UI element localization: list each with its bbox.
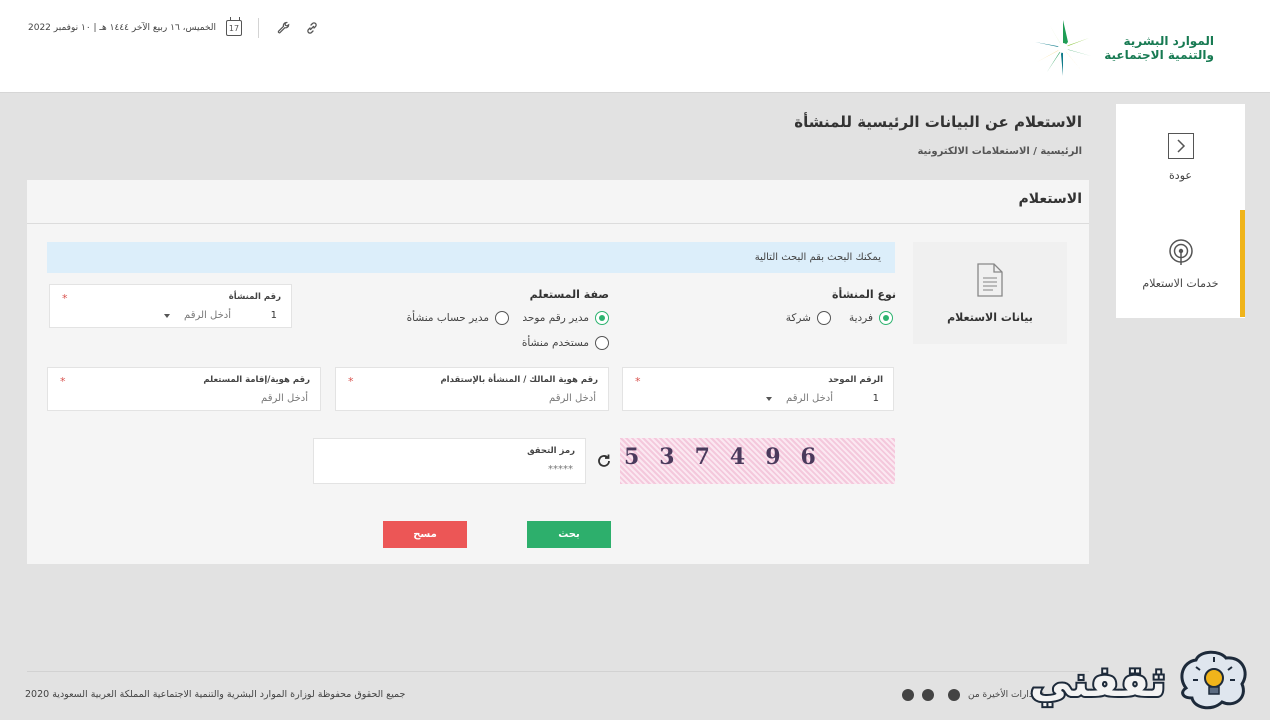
broadcast-icon [1168,239,1193,265]
owner-id-label: رقم هوية المالك / المنشأة بالإستقدام [440,375,598,385]
establishment-type-title: نوع المنشأة [832,288,896,301]
lightbulb-icon [1180,650,1247,710]
inquiry-data-tile[interactable]: بيانات الاستعلام [913,242,1067,344]
inquiry-data-label: بيانات الاستعلام [947,310,1033,324]
inquirer-id-placeholder[interactable]: أدخل الرقم [261,393,308,404]
dropdown-caret-icon[interactable] [164,313,171,318]
unified-office-select[interactable]: 1 [873,393,879,404]
radio-unified-manager-label: مدير رقم موحد [522,312,589,324]
radio-establishment-user-dot[interactable] [595,336,609,350]
required-mark: * [635,375,641,388]
refresh-captcha-icon[interactable] [596,453,612,469]
inquiry-services-label: خدمات الاستعلام [1142,277,1219,290]
inquirer-id-field[interactable]: رقم هوية/إقامة المستعلم * أدخل الرقم [47,367,321,411]
unified-number-label: الرقم الموحد [828,375,883,385]
establishment-number-field[interactable]: رقم المنشأة * 1 أدخل الرقم [49,284,292,328]
establishment-number-placeholder: أدخل الرقم [184,310,231,321]
establishment-office-select[interactable]: 1 [271,310,277,321]
inquirer-role-title: صفة المستعلم [529,288,609,301]
back-button[interactable]: عودة [1116,104,1245,211]
captcha-image: 537496 [620,438,895,484]
watermark-logo: ثقفني [1028,643,1268,719]
establishment-number-label: رقم المنشأة [228,292,281,302]
dropdown-caret-icon[interactable] [766,396,773,401]
owner-id-field[interactable]: رقم هوية المالك / المنشأة بالإستقدام * أ… [335,367,609,411]
top-info-bar: الخميس، ١٦ ربيع الآخر ١٤٤٤ هـ | ١٠ نوفمب… [28,16,321,40]
header-divider [258,18,259,38]
inquiry-services-item[interactable]: خدمات الاستعلام [1116,211,1245,318]
watermark-text: ثقفني [1028,655,1168,708]
copyright-text: جميع الحقوق محفوظة لوزارة الموارد البشري… [25,689,406,700]
card-title: الاستعلام [1018,191,1083,207]
side-menu: عودة خدمات الاستعلام [1116,104,1245,318]
wrench-icon[interactable] [275,19,293,37]
logo-text: الموارد البشرية والتنمية الاجتماعية [1104,34,1214,62]
back-arrow-icon [1167,133,1194,159]
logo-star-icon [1035,20,1092,76]
calendar-icon[interactable]: 17 [226,17,242,36]
radio-individual-dot[interactable] [879,311,893,325]
document-icon [977,262,1003,297]
unified-number-placeholder: أدخل الرقم [786,393,833,404]
active-item-indicator [1240,210,1245,317]
logo-line-1: الموارد البشرية [1123,34,1214,48]
captcha-label: رمز التحقق [527,446,575,456]
top-header: الموارد البشرية والتنمية الاجتماعية الخم… [0,0,1270,93]
unified-number-field[interactable]: الرقم الموحد * 1 أدخل الرقم [622,367,894,411]
required-mark: * [62,292,68,305]
radio-individual-label: فردية [848,312,873,324]
footer-divider [27,671,1089,672]
unified-number-input[interactable]: أدخل الرقم [766,393,833,404]
radio-company[interactable]: شركة [786,311,831,325]
required-mark: * [348,375,354,388]
breadcrumb[interactable]: الرئيسية / الاستعلامات الالكترونية [917,146,1082,157]
owner-id-placeholder[interactable]: أدخل الرقم [549,393,596,404]
supported-browsers: صدارات الأخيرة من: [902,689,1044,701]
radio-individual[interactable]: فردية [849,311,893,325]
chrome-icon[interactable] [948,689,960,701]
info-message: يمكنك البحث بقم البحث التالية [47,242,895,273]
inquirer-id-label: رقم هوية/إقامة المستعلم [203,375,310,385]
radio-account-manager-label: مدير حساب منشأة [406,312,489,324]
radio-company-label: شركة [785,312,811,324]
ministry-logo[interactable]: الموارد البشرية والتنمية الاجتماعية [994,18,1214,78]
logo-line-2: والتنمية الاجتماعية [1104,48,1214,62]
clear-button[interactable]: مسح [383,521,467,548]
search-button[interactable]: بحث [527,521,611,548]
captcha-text: 537496 [624,444,836,470]
radio-unified-manager[interactable]: مدير رقم موحد [522,311,609,325]
edge-icon[interactable] [902,689,914,701]
captcha-input[interactable]: ***** [548,464,573,475]
captcha-field[interactable]: رمز التحقق ***** [313,438,586,484]
back-label: عودة [1169,169,1192,182]
radio-establishment-user-label: مستخدم منشأة [521,337,589,349]
link-icon[interactable] [303,19,321,37]
firefox-icon[interactable] [922,689,934,701]
radio-unified-manager-dot[interactable] [595,311,609,325]
page-title: الاستعلام عن البيانات الرئيسية للمنشأة [794,113,1082,131]
radio-establishment-user[interactable]: مستخدم منشأة [522,336,609,350]
inquiry-card: الاستعلام بيانات الاستعلام يمكنك البحث ب… [27,180,1089,564]
card-header: الاستعلام [27,180,1089,224]
establishment-number-input[interactable]: أدخل الرقم [164,310,231,321]
current-date: الخميس، ١٦ ربيع الآخر ١٤٤٤ هـ | ١٠ نوفمب… [28,23,216,33]
required-mark: * [60,375,66,388]
radio-account-manager[interactable]: مدير حساب منشأة [407,311,509,325]
radio-account-manager-dot[interactable] [495,311,509,325]
radio-company-dot[interactable] [817,311,831,325]
